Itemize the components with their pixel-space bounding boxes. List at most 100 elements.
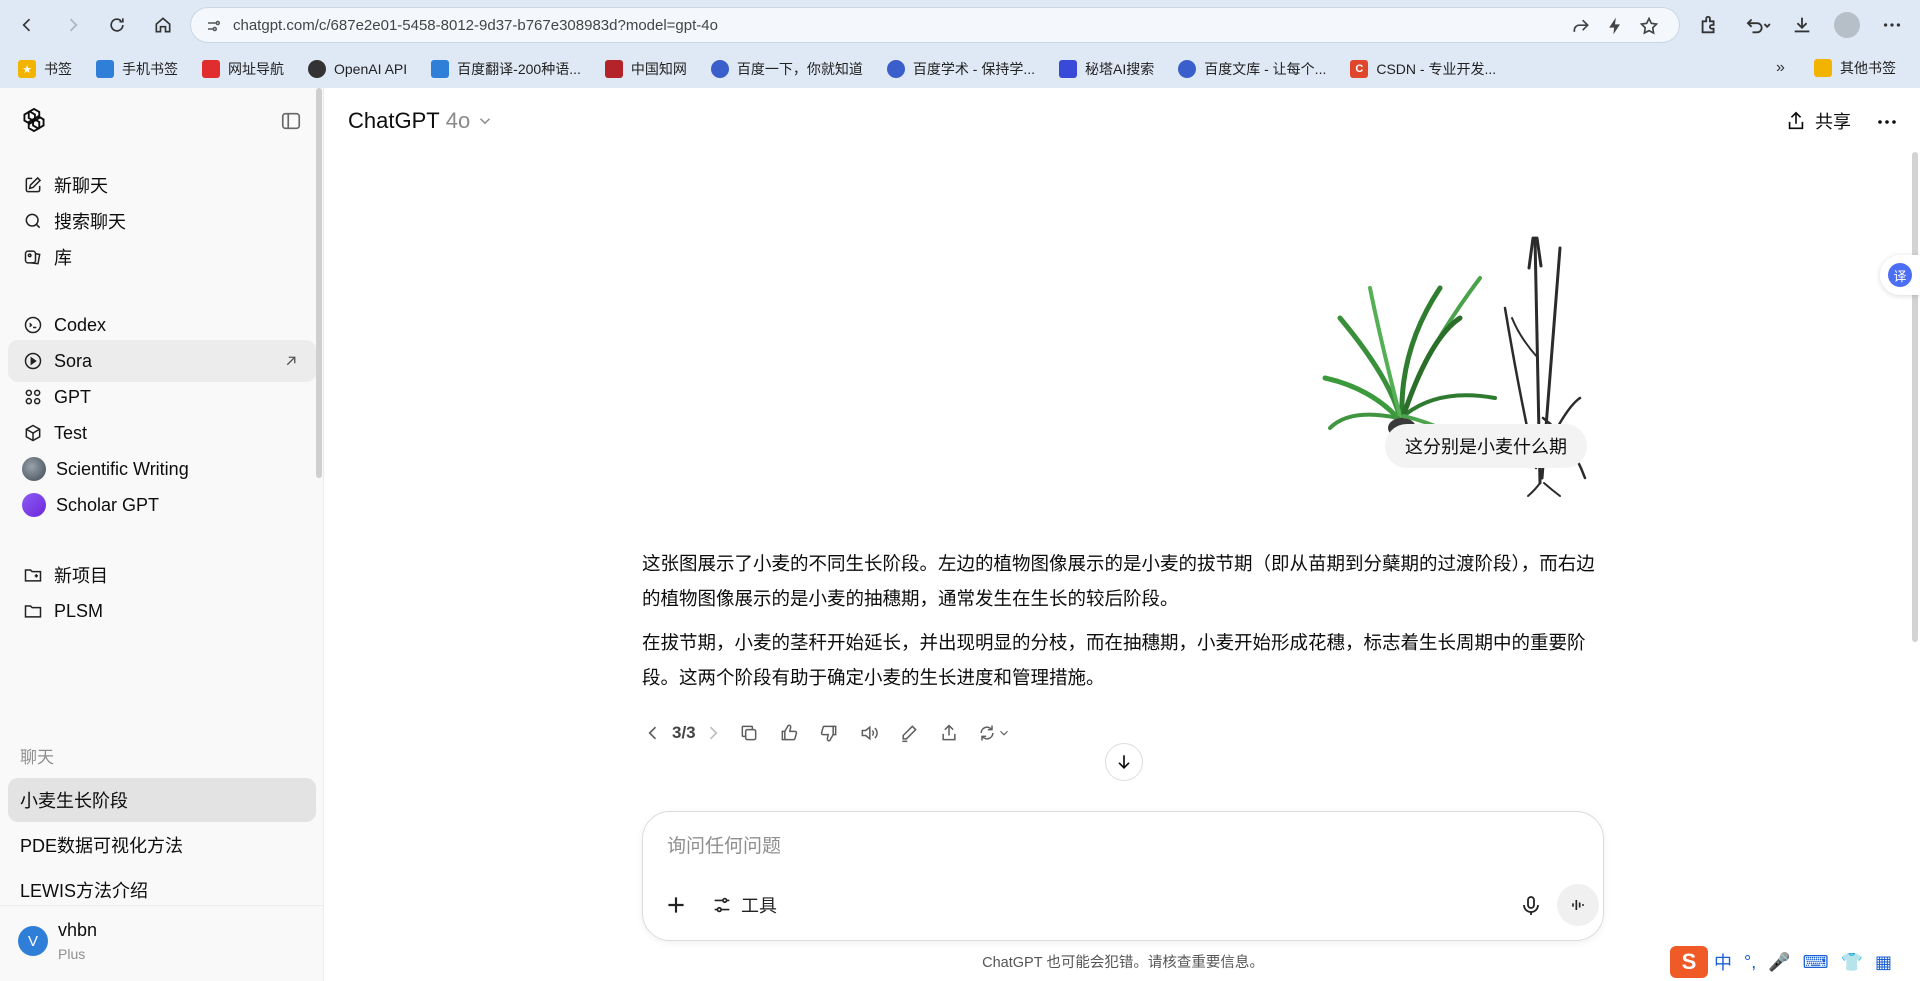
sogou-ime-logo[interactable]: S bbox=[1670, 946, 1708, 978]
response-pager: 3/3 bbox=[672, 723, 696, 742]
undo-menu-icon[interactable] bbox=[1740, 13, 1776, 37]
thumbs-up-button[interactable] bbox=[774, 718, 804, 748]
forward-button[interactable] bbox=[58, 10, 88, 40]
copy-icon bbox=[741, 725, 757, 741]
ime-toolbar: S 中 °, 🎤 ⌨ 👕 ▦ bbox=[1666, 944, 1920, 980]
punctuation-icon[interactable]: °, bbox=[1744, 952, 1756, 973]
add-attachment-icon[interactable] bbox=[663, 892, 689, 918]
translate-extension-button[interactable]: 译 bbox=[1880, 255, 1920, 295]
profile-avatar[interactable] bbox=[1834, 12, 1860, 38]
sidebar: 新聊天 搜索聊天 库 Codex Sora GPT Test Scientifi… bbox=[0, 88, 324, 981]
read-aloud-button[interactable] bbox=[854, 718, 884, 748]
bookmark-item[interactable]: 中国知网 bbox=[604, 59, 687, 79]
user-account[interactable]: V vhbn Plus bbox=[0, 905, 324, 981]
message-action-bar: 3/3 bbox=[642, 718, 1024, 748]
library-icon bbox=[22, 246, 44, 268]
assistant-message: 这张图展示了小麦的不同生长阶段。左边的植物图像展示的是小麦的拔节期（即从苗期到分… bbox=[642, 546, 1612, 704]
toolbox-icon[interactable]: ▦ bbox=[1875, 952, 1892, 973]
download-icon[interactable] bbox=[1790, 13, 1814, 37]
browser-menu-icon[interactable] bbox=[1880, 13, 1904, 37]
next-response-button[interactable] bbox=[702, 718, 724, 748]
folder-icon bbox=[22, 600, 44, 622]
other-bookmarks[interactable]: 其他书签 bbox=[1814, 58, 1896, 78]
microphone-icon[interactable] bbox=[1519, 894, 1543, 918]
sliders-icon bbox=[714, 897, 730, 913]
sidebar-scrollbar[interactable] bbox=[316, 88, 322, 478]
sidebar-item-library[interactable]: 库 bbox=[8, 236, 316, 278]
tools-button[interactable]: 工具 bbox=[711, 892, 777, 918]
bookmark-phone-icon bbox=[96, 60, 114, 78]
sidebar-item-scholar-gpt[interactable]: Scholar GPT bbox=[8, 484, 316, 526]
thumbs-up-icon bbox=[781, 724, 797, 741]
bookmark-item[interactable]: 手机书签 bbox=[96, 59, 178, 79]
prompt-input[interactable] bbox=[667, 830, 1547, 864]
assistant-paragraph: 在拔节期，小麦的茎秆开始延长，并出现明显的分枝，而在抽穗期，小麦开始形成花穗，标… bbox=[642, 632, 1586, 688]
chat-item[interactable]: PDE数据可视化方法 bbox=[8, 823, 316, 867]
share-page-icon[interactable] bbox=[1571, 16, 1591, 36]
extensions-icon[interactable] bbox=[1697, 13, 1721, 37]
more-options-icon[interactable] bbox=[1875, 110, 1899, 134]
open-external-icon[interactable] bbox=[282, 352, 300, 370]
browser-chrome: chatgpt.com/c/687e2e01-5458-8012-9d37-b7… bbox=[0, 0, 1920, 88]
voice-mode-button[interactable] bbox=[1557, 884, 1599, 926]
main-panel: ChatGPT 4o 共享 这分别是小麦什么期 这张图展示了小麦的不同生长阶段。… bbox=[325, 88, 1920, 981]
thumbs-down-button[interactable] bbox=[814, 718, 844, 748]
chats-heading: 聊天 bbox=[20, 748, 54, 767]
share-button[interactable]: 共享 bbox=[1785, 108, 1851, 134]
star-icon[interactable] bbox=[1639, 16, 1659, 36]
bookmark-item[interactable]: 百度一下，你就知道 bbox=[710, 59, 863, 79]
bookmark-item[interactable]: 百度翻译-200种语... bbox=[431, 59, 581, 79]
chevron-left-icon bbox=[648, 726, 657, 740]
back-button[interactable] bbox=[12, 10, 42, 40]
lightning-icon[interactable] bbox=[1605, 16, 1625, 36]
bookmark-item[interactable]: ★ 书签 bbox=[18, 59, 72, 79]
avatar: V bbox=[18, 926, 48, 956]
chatgpt-logo-icon[interactable] bbox=[20, 106, 48, 134]
thumbs-down-icon bbox=[820, 725, 837, 742]
csdn-icon: C bbox=[1350, 60, 1369, 78]
bookmarks-overflow-button[interactable]: » bbox=[1776, 59, 1785, 77]
edit-canvas-button[interactable] bbox=[894, 718, 924, 748]
model-selector[interactable]: ChatGPT 4o bbox=[348, 108, 494, 134]
cube-icon bbox=[22, 422, 44, 444]
baidu-translate-icon bbox=[431, 60, 450, 78]
baidu-paw-icon bbox=[1178, 60, 1197, 78]
bookmark-item[interactable]: OpenAI API bbox=[308, 60, 407, 78]
main-scrollbar[interactable] bbox=[1912, 152, 1918, 642]
voice-input-icon[interactable]: 🎤 bbox=[1768, 952, 1790, 973]
chevron-right-icon bbox=[709, 726, 718, 740]
url-text[interactable]: chatgpt.com/c/687e2e01-5458-8012-9d37-b7… bbox=[233, 17, 718, 34]
sidebar-toggle-icon[interactable] bbox=[280, 110, 302, 132]
openai-icon bbox=[308, 60, 326, 78]
keyboard-icon[interactable]: ⌨ bbox=[1803, 952, 1829, 973]
speaker-icon bbox=[861, 725, 878, 741]
reload-button[interactable] bbox=[102, 10, 132, 40]
share-message-button[interactable] bbox=[934, 718, 964, 748]
ime-language-toggle[interactable]: 中 bbox=[1714, 949, 1732, 975]
chat-composer: 工具 bbox=[642, 811, 1604, 941]
new-chat-icon bbox=[22, 174, 44, 196]
bookmark-item[interactable]: 百度学术 - 保持学... bbox=[886, 59, 1035, 79]
address-row: chatgpt.com/c/687e2e01-5458-8012-9d37-b7… bbox=[0, 0, 1920, 50]
sora-icon bbox=[22, 350, 44, 372]
chat-item[interactable]: 小麦生长阶段 bbox=[8, 778, 316, 822]
bookmark-item[interactable]: 百度文库 - 让每个... bbox=[1178, 59, 1326, 79]
address-bar[interactable]: chatgpt.com/c/687e2e01-5458-8012-9d37-b7… bbox=[190, 7, 1680, 43]
skin-icon[interactable]: 👕 bbox=[1841, 952, 1863, 973]
share-icon bbox=[1788, 111, 1804, 130]
arrow-down-icon bbox=[1118, 755, 1130, 770]
sidebar-item-plsm[interactable]: PLSM bbox=[8, 590, 316, 632]
home-button[interactable] bbox=[148, 10, 178, 40]
scroll-to-bottom-button[interactable] bbox=[1105, 743, 1143, 781]
bookmark-item[interactable]: 网址导航 bbox=[202, 59, 284, 79]
copy-button[interactable] bbox=[734, 718, 764, 748]
scholar-gpt-avatar bbox=[22, 493, 46, 517]
voice-waveform-icon bbox=[1572, 900, 1584, 910]
chevron-down-icon bbox=[480, 118, 491, 125]
previous-response-button[interactable] bbox=[642, 718, 664, 748]
site-info-icon[interactable] bbox=[205, 17, 223, 35]
regenerate-button[interactable] bbox=[974, 718, 1014, 748]
new-folder-icon bbox=[22, 564, 44, 586]
bookmark-item[interactable]: C CSDN - 专业开发... bbox=[1350, 59, 1496, 79]
bookmark-item[interactable]: 秘塔AI搜索 bbox=[1059, 59, 1154, 79]
